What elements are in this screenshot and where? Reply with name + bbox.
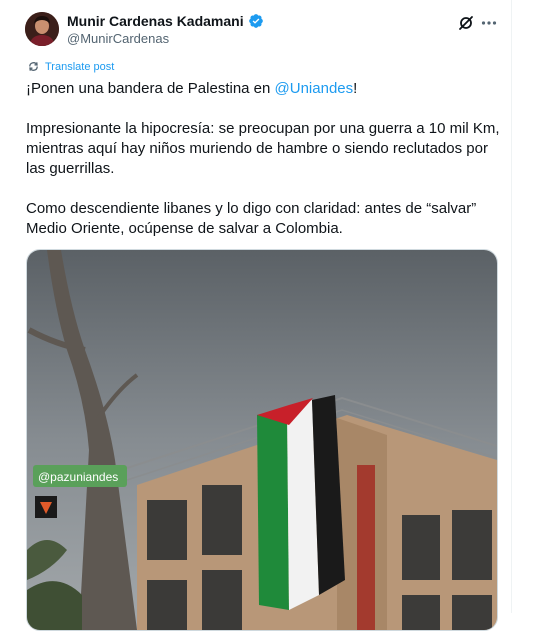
post-text-segment: ! (353, 80, 358, 97)
post-paragraph-2: Impresionante la hipocresía: se preocupa… (26, 120, 500, 177)
verified-badge-icon (248, 13, 264, 29)
post-text-segment: ¡Ponen una bandera de Palestina en (26, 80, 275, 97)
author-name-row[interactable]: Munir Cardenas Kadamani (67, 13, 264, 29)
media-overlay-tag: @pazuniandes (38, 470, 118, 484)
author-name[interactable]: Munir Cardenas Kadamani (67, 13, 244, 29)
avatar[interactable] (25, 12, 59, 46)
translate-icon (29, 62, 38, 71)
author-handle[interactable]: @MunirCardenas (67, 31, 169, 46)
grok-icon[interactable] (456, 13, 476, 33)
post-text: ¡Ponen una bandera de Palestina en @Unia… (26, 79, 502, 239)
post-paragraph-3: Como descendiente libanes y lo digo con … (26, 200, 477, 237)
post-paragraph-1: ¡Ponen una bandera de Palestina en @Unia… (26, 79, 502, 99)
mention-link[interactable]: @Uniandes (275, 80, 354, 97)
tweet-card: Munir Cardenas Kadamani @MunirCardenas T… (0, 0, 512, 631)
translate-post-link[interactable]: Translate post (27, 60, 114, 73)
post-photo[interactable]: @pazuniandes (26, 249, 498, 631)
translate-post-label: Translate post (45, 60, 115, 73)
more-icon[interactable] (479, 13, 499, 33)
